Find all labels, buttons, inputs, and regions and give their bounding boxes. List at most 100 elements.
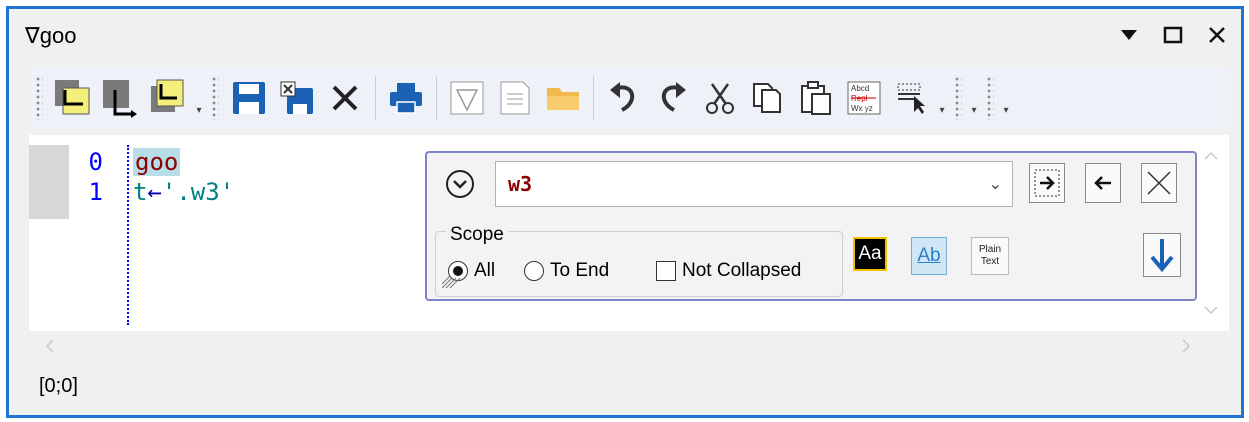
paste-button[interactable] [794,76,838,120]
plain-text-label-1: Plain [978,244,1002,255]
whole-word-button[interactable]: Ab [911,237,947,275]
scrollbar-arrows [45,339,1191,353]
arrow-left-icon [1094,176,1111,190]
scope-group: Scope All To End Not Collapsed [435,224,843,297]
select-button[interactable] [890,76,934,120]
scope-label: Scope [446,224,508,246]
printer-icon [390,83,422,114]
scope-to-end-label: To End [550,260,610,281]
checkbox-icon [656,261,676,281]
string-token: '.w3' [161,178,235,206]
scope-all-radio[interactable]: All [442,260,496,288]
print-button[interactable] [384,76,428,120]
stop-button[interactable] [147,76,191,120]
toolbar-overflow-4[interactable]: ▾ [1000,76,1012,120]
selection-cursor-icon [897,83,925,114]
window-title: ∇goo [25,23,77,48]
copy-button[interactable] [746,76,790,120]
save-and-exit-button[interactable] [275,76,319,120]
toolbar-overflow-1[interactable]: ▾ [193,76,205,120]
toolbar-grip-4[interactable] [986,76,994,120]
match-case-button[interactable]: Aa [853,237,887,271]
close-icon [1209,27,1225,43]
folder-icon [547,88,579,110]
plain-text-label-2: Text [980,256,1000,267]
search-value: w3 [508,172,533,196]
dropdown-menu-button[interactable] [1115,21,1143,49]
radio-off-icon [524,261,544,281]
toolbar-separator [375,76,376,120]
redo-icon [662,82,686,112]
save-button[interactable] [227,76,271,120]
horizontal-scrollbar[interactable] [29,331,1229,361]
find-next-icon [1034,169,1060,197]
chevron-down-circle-icon [446,170,474,198]
find-next-button[interactable] [1029,163,1065,203]
toolbar-separator [593,76,594,120]
toolbar-overflow-3[interactable]: ▾ [968,76,980,120]
close-find-button[interactable] [1141,163,1177,203]
toolbar-grip-3[interactable] [954,76,962,120]
gutter-divider [127,145,129,325]
scissors-icon [706,83,734,114]
search-direction-button[interactable] [1143,233,1181,277]
undo-icon [610,82,634,112]
new-function-button[interactable] [445,76,489,120]
window-controls [1115,21,1231,49]
gutter-bar [29,145,69,219]
search-input[interactable]: w3 ⌄ [495,161,1013,207]
scope-to-end-radio[interactable]: To End [524,260,609,282]
not-collapsed-label: Not Collapsed [682,260,802,281]
maximize-icon [1163,26,1183,44]
local-names-icon [55,80,90,115]
redo-button[interactable] [650,76,694,120]
editor-window: ∇goo ▾ Abcd Repl Wx yz ▾ ▾ ▾ 0 1 goo t←'… [6,6,1244,418]
undo-button[interactable] [602,76,646,120]
scope-all-label: All [474,260,496,281]
new-function-icon [450,81,484,115]
close-button[interactable] [1203,21,1231,49]
whole-word-label: Ab [917,245,941,266]
line-number: 0 [88,148,103,176]
toolbar-overflow-2[interactable]: ▾ [936,76,948,120]
status-bar: [0;0] [29,361,1229,411]
maximize-button[interactable] [1159,21,1187,49]
cut-button[interactable] [698,76,742,120]
function-name: goo [133,148,181,176]
triangle-down-icon [1121,30,1137,40]
close-icon [1147,171,1171,195]
assign-arrow: ← [147,178,162,206]
scrollbar-arrows [1204,151,1218,315]
hatch-icon [442,275,461,288]
code-line-1[interactable]: t←'.w3' [133,177,234,207]
save-close-icon [280,81,313,114]
toolbar: ▾ Abcd Repl Wx yz ▾ ▾ ▾ [29,67,1229,129]
new-document-button[interactable] [493,76,537,120]
toolbar-grip[interactable] [35,76,43,120]
paste-icon [801,81,831,115]
cursor-position: [0;0] [39,375,78,397]
open-folder-button[interactable] [541,76,585,120]
code-line-0[interactable]: goo [133,147,181,177]
trace-icon [103,80,137,118]
not-collapsed-checkbox[interactable]: Not Collapsed [656,260,801,282]
plain-text-button[interactable]: Plain Text [971,237,1009,275]
copy-icon [753,83,781,113]
expand-options-button[interactable] [441,165,479,203]
match-case-label: Aa [858,243,882,264]
replace-button[interactable]: Abcd Repl Wx yz [842,76,886,120]
vertical-scrollbar[interactable] [1193,135,1229,331]
trace-button[interactable] [99,76,143,120]
chevron-down-icon[interactable]: ⌄ [989,174,1002,194]
title-bar: ∇goo [9,9,1241,61]
toggle-local-button[interactable] [51,76,95,120]
svg-text:Wx yz: Wx yz [851,104,873,113]
stop-point-icon [151,79,184,112]
find-previous-button[interactable] [1085,163,1121,203]
toolbar-grip-2[interactable] [211,76,219,120]
svg-text:Abcd: Abcd [851,84,869,93]
line-number: 1 [88,178,103,206]
toolbar-separator [436,76,437,120]
discard-button[interactable] [323,76,367,120]
save-icon [233,82,265,114]
